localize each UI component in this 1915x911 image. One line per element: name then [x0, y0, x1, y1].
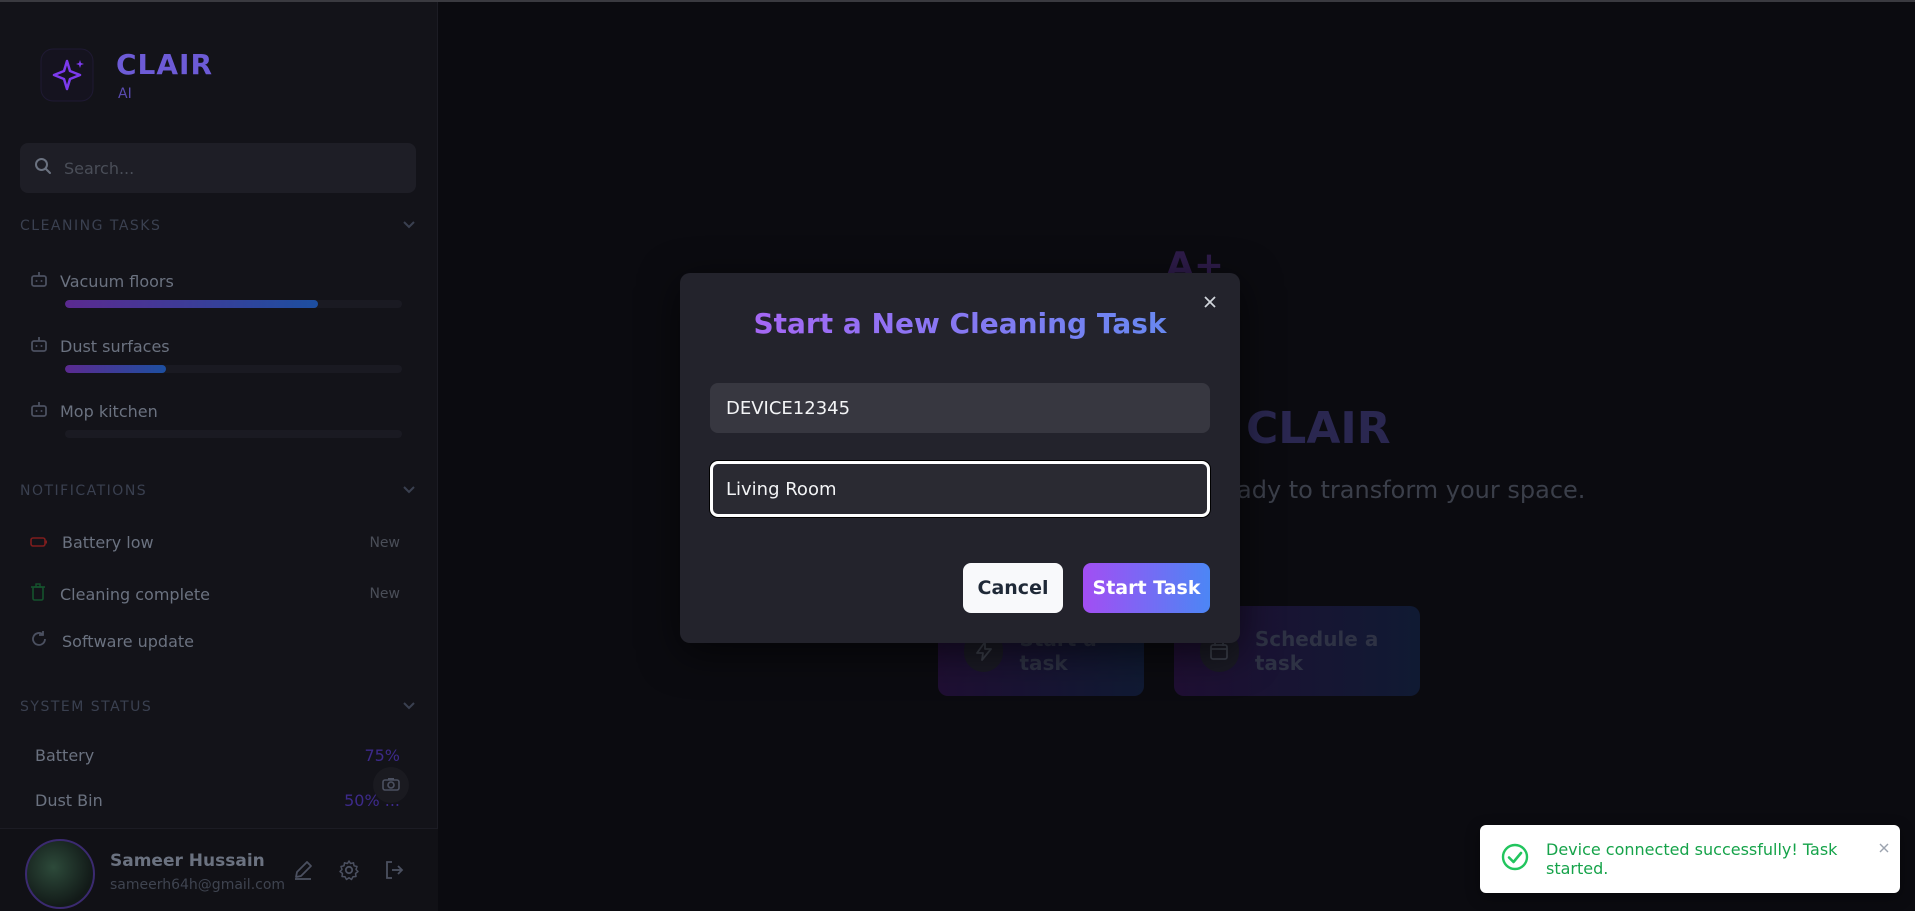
- new-task-modal: Start a New Cleaning Task Cancel Start T…: [680, 273, 1240, 643]
- modal-title: Start a New Cleaning Task: [680, 307, 1240, 340]
- close-icon: [1203, 294, 1217, 313]
- close-icon: [1879, 838, 1889, 857]
- toast-close-button[interactable]: [1878, 841, 1890, 853]
- cancel-button[interactable]: Cancel: [963, 563, 1063, 613]
- toast-message: Device connected successfully! Task star…: [1546, 840, 1838, 878]
- room-input[interactable]: [710, 461, 1210, 517]
- start-task-button[interactable]: Start Task: [1083, 563, 1210, 613]
- check-circle-icon: [1500, 842, 1530, 876]
- success-toast: Device connected successfully! Task star…: [1480, 825, 1900, 893]
- device-id-input[interactable]: [710, 383, 1210, 433]
- modal-close-button[interactable]: [1198, 291, 1222, 315]
